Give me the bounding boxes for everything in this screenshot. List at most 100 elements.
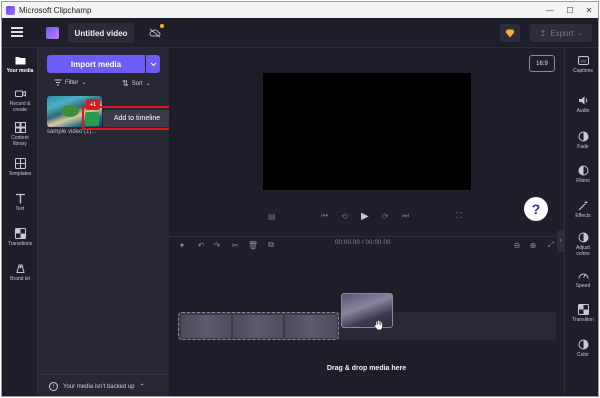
panel-item-audio[interactable]: Audio	[565, 95, 598, 114]
sidebar-label: Brand kit	[10, 276, 30, 282]
export-button[interactable]: ↥ Export ⌄	[530, 24, 592, 42]
panel-label: Color	[577, 352, 589, 358]
timecode: 00:00.00 / 00:00.00	[335, 240, 391, 246]
left-sidebar: Your media Record & create Content libra…	[2, 48, 38, 396]
camera-icon	[14, 90, 26, 97]
fit-timeline-icon[interactable]: ⤢	[546, 240, 556, 250]
app-window: Microsoft Clipchamp — ☐ ✕ Untitled video…	[1, 1, 599, 397]
fade-icon	[578, 131, 588, 142]
forward-5-icon[interactable]: ⟳	[382, 211, 389, 221]
app-header: Untitled video ↥ Export ⌄	[2, 18, 598, 48]
info-icon: !	[49, 382, 58, 391]
adjust-colors-icon	[578, 232, 588, 243]
panel-label: Fade	[577, 144, 589, 150]
gem-icon	[505, 29, 515, 37]
sort-button[interactable]: ⇅ Sort ⌄	[122, 79, 151, 88]
panel-item-adjust-colors[interactable]: Adjust colors	[565, 232, 598, 257]
panel-label: Filters	[576, 178, 590, 184]
panel-item-captions[interactable]: CC Captions	[565, 55, 598, 74]
sidebar-item-record-create[interactable]: Record & create	[2, 88, 38, 113]
panel-item-effects[interactable]: Effects	[565, 200, 598, 219]
brand-kit-icon	[15, 264, 25, 273]
aspect-ratio-button[interactable]: 16:9	[529, 55, 555, 72]
chevron-down-icon: ⌄	[81, 80, 87, 86]
backup-status-text: Your media isn't backed up	[63, 383, 135, 390]
close-button[interactable]: ✕	[579, 2, 598, 18]
redo-icon[interactable]: ↷	[212, 240, 222, 250]
maximize-button[interactable]: ☐	[560, 2, 580, 18]
import-media-button[interactable]: Import media	[47, 55, 145, 73]
skip-forward-icon[interactable]: ⏭	[402, 211, 409, 221]
sidebar-item-text[interactable]: Text	[2, 193, 38, 212]
premium-gem-button[interactable]	[500, 24, 520, 42]
play-icon[interactable]: ▶	[361, 211, 369, 222]
sidebar-label: Record & create	[9, 101, 31, 113]
preview-canvas	[263, 73, 471, 190]
panel-item-filters[interactable]: Filters	[565, 165, 598, 184]
speed-icon	[578, 273, 588, 279]
dragged-clip[interactable]	[341, 293, 393, 328]
panel-item-transition[interactable]: Transition	[565, 304, 598, 323]
skip-back-icon[interactable]: ⏮	[321, 211, 328, 221]
filter-icon	[54, 79, 62, 86]
audio-icon	[578, 96, 587, 105]
transition-icon	[577, 304, 589, 315]
sidebar-item-your-media[interactable]: Your media	[2, 55, 38, 74]
chevron-down-icon: ⌄	[145, 81, 151, 87]
drop-placeholder[interactable]	[178, 312, 339, 340]
media-panel: Import media Filter ⌄ ⇅ Sort ⌄ +1 Add to…	[38, 48, 171, 396]
sidebar-item-templates[interactable]: Templates	[2, 158, 38, 177]
panel-label: Transition	[572, 317, 594, 323]
panel-item-fade[interactable]: Fade	[565, 131, 598, 150]
sidebar-label: Transitions	[7, 241, 33, 247]
sidebar-item-content-library[interactable]: Content library	[2, 122, 38, 147]
magic-icon[interactable]: ✦	[177, 240, 187, 250]
upload-icon: ↥	[539, 28, 547, 38]
sidebar-label: Templates	[8, 171, 32, 177]
video-title-field[interactable]: Untitled video	[68, 23, 134, 43]
folder-icon	[15, 57, 25, 65]
panel-label: Captions	[573, 68, 593, 74]
sidebar-item-brand-kit[interactable]: Brand kit	[2, 263, 38, 282]
filters-icon	[578, 165, 588, 176]
export-label: Export	[550, 28, 574, 38]
minimize-button[interactable]: —	[540, 2, 560, 18]
backup-status[interactable]: ! Your media isn't backed up ⌃	[38, 374, 169, 396]
panel-item-speed[interactable]: Speed	[565, 270, 598, 289]
effects-icon	[578, 200, 588, 211]
filter-label: Filter	[65, 79, 79, 86]
sort-icon: ⇅	[122, 79, 129, 88]
import-options-button[interactable]	[146, 55, 160, 73]
chevron-up-icon: ⌃	[139, 384, 145, 390]
undo-icon[interactable]: ↶	[196, 240, 206, 250]
cloud-off-icon[interactable]	[149, 28, 161, 38]
filter-button[interactable]: Filter ⌄	[54, 79, 86, 86]
panel-item-color[interactable]: Color	[565, 339, 598, 358]
captions-icon: CC	[577, 56, 589, 65]
chevron-down-icon: ⌄	[577, 30, 583, 37]
sidebar-label: Your media	[6, 68, 34, 74]
panel-label: Speed	[575, 283, 591, 289]
fullscreen-icon[interactable]: ⛶	[456, 211, 462, 221]
collapse-properties-panel-button[interactable]: ›	[557, 230, 564, 252]
project-icon	[46, 27, 59, 39]
delete-icon[interactable]: 🗑	[248, 240, 258, 250]
window-title: Microsoft Clipchamp	[19, 5, 92, 15]
menu-icon[interactable]	[11, 27, 23, 37]
svg-text:CC: CC	[580, 58, 586, 63]
color-icon	[578, 339, 588, 350]
sidebar-item-transitions[interactable]: Transitions	[2, 228, 38, 247]
sidebar-label: Content library	[11, 135, 29, 147]
split-icon[interactable]: ✂	[230, 240, 240, 250]
zoom-out-icon[interactable]: ⊖	[512, 240, 522, 250]
transitions-icon	[14, 228, 26, 239]
right-sidebar: CC Captions Audio Fade Filters Effects A…	[564, 48, 598, 396]
subtitles-icon[interactable]: ▤	[268, 211, 276, 221]
zoom-in-icon[interactable]: ⊕	[528, 240, 538, 250]
help-button[interactable]: ?	[524, 197, 548, 221]
drag-drop-hint: Drag & drop media here	[326, 365, 407, 372]
panel-label: Adjust colors	[576, 245, 590, 257]
duplicate-icon[interactable]: ⧉	[266, 240, 276, 250]
rewind-5-icon[interactable]: ⟲	[341, 211, 348, 221]
sort-label: Sort	[131, 80, 143, 87]
